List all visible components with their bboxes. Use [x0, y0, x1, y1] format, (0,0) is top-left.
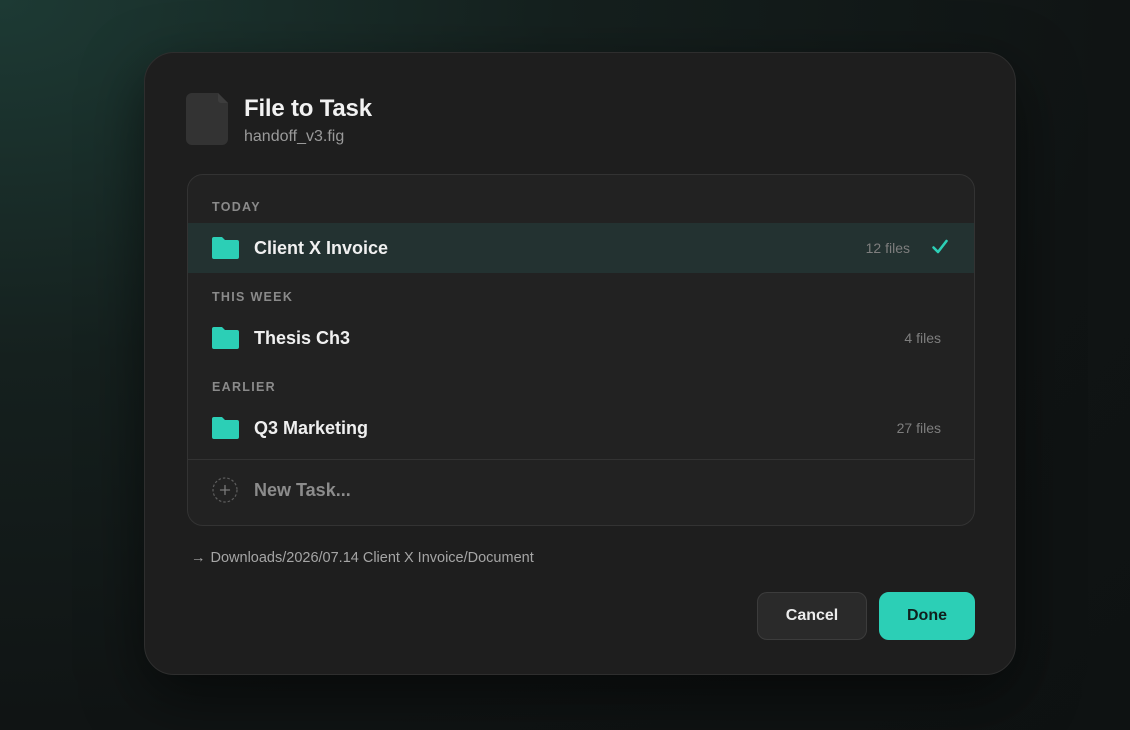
arrow-right-icon: → [191, 550, 206, 566]
task-item-file-count: 4 files [904, 330, 941, 346]
task-item-name: Thesis Ch3 [254, 327, 351, 348]
title-block: File to Task handoff_v3.fig [244, 93, 372, 147]
section-label-earlier: EARLIER [212, 380, 276, 394]
task-item-file-count: 12 files [865, 240, 910, 256]
done-button[interactable]: Done [879, 592, 975, 640]
destination-path-text: Downloads/2026/07.14 Client X Invoice/Do… [210, 550, 534, 566]
folder-icon [212, 237, 239, 259]
task-item-file-count: 27 files [896, 420, 941, 436]
document-icon [186, 93, 228, 145]
folder-icon [212, 417, 239, 439]
destination-path: → Downloads/2026/07.14 Client X Invoice/… [191, 550, 534, 566]
task-item-client-x-invoice[interactable]: Client X Invoice 12 files [188, 223, 974, 273]
section-label-this-week: THIS WEEK [212, 290, 294, 304]
plus-circle-icon [212, 477, 238, 503]
dialog-title: File to Task [244, 95, 372, 122]
task-item-q3-marketing[interactable]: Q3 Marketing 27 files [188, 403, 974, 453]
new-task-label: New Task... [254, 479, 351, 500]
file-to-task-dialog: File to Task handoff_v3.fig TODAY Client… [144, 52, 1016, 675]
file-name: handoff_v3.fig [244, 128, 345, 145]
task-item-name: Q3 Marketing [254, 417, 369, 438]
task-list: TODAY Client X Invoice 12 files THIS WEE… [187, 174, 975, 526]
section-label-today: TODAY [212, 200, 261, 214]
task-item-thesis-ch3[interactable]: Thesis Ch3 4 files [188, 313, 974, 363]
folder-icon [212, 327, 239, 349]
task-item-name: Client X Invoice [254, 237, 389, 258]
list-divider [188, 459, 974, 460]
cancel-button[interactable]: Cancel [757, 592, 867, 640]
new-task-button[interactable]: New Task... [188, 465, 974, 515]
checkmark-icon [931, 238, 949, 256]
dialog-header: File to Task handoff_v3.fig [186, 93, 372, 147]
